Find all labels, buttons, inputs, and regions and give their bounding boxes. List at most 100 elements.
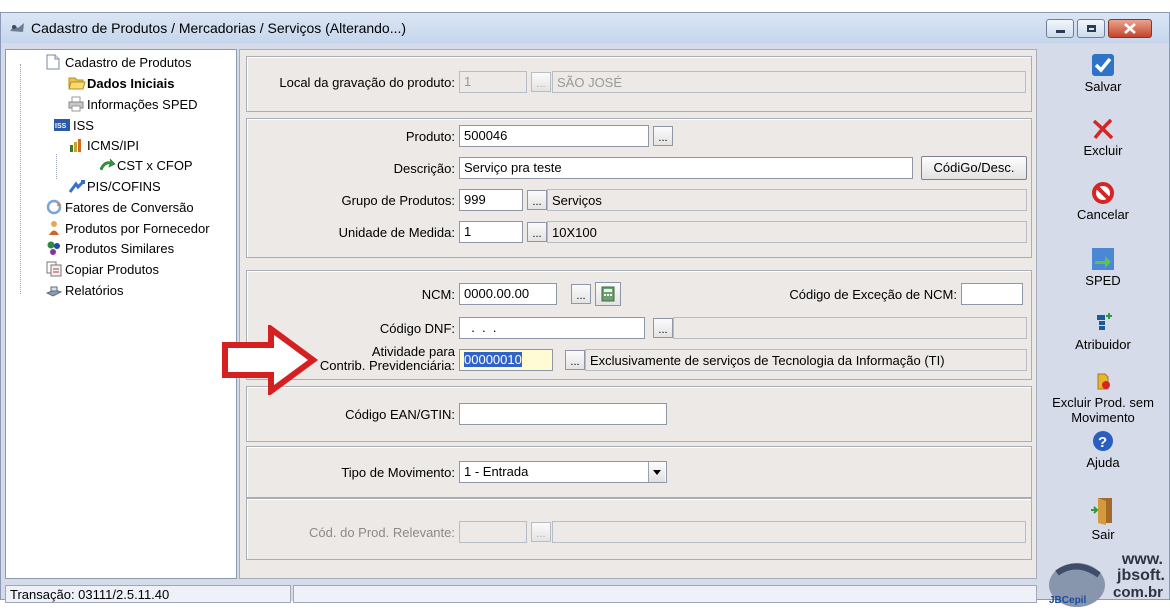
unidade-description: 10X100 bbox=[547, 221, 1027, 243]
grupo-lookup-button[interactable]: ... bbox=[527, 190, 547, 210]
maximize-icon bbox=[1086, 25, 1096, 32]
tree-item-iss[interactable]: ISS ISS bbox=[54, 116, 94, 134]
codigo-desc-button[interactable]: CódiGo/Desc. bbox=[921, 156, 1027, 180]
pis-icon bbox=[68, 178, 86, 194]
atividade-input[interactable]: 00000010 bbox=[459, 349, 553, 371]
tree-item-label: Relatórios bbox=[65, 282, 124, 298]
maximize-button[interactable] bbox=[1077, 19, 1105, 38]
produto-label: Produto: bbox=[405, 129, 455, 144]
tree-item-relatorios[interactable]: Relatórios bbox=[45, 281, 124, 299]
transaction-status: Transação: 03111/2.5.11.40 bbox=[5, 585, 291, 603]
logo-line3: com.br bbox=[1112, 584, 1163, 601]
unidade-label: Unidade de Medida: bbox=[338, 225, 455, 240]
icms-icon bbox=[68, 137, 84, 153]
descricao-input[interactable]: Serviço pra teste bbox=[459, 157, 913, 179]
grupo-input[interactable]: 999 bbox=[459, 189, 523, 211]
atividade-lookup-button[interactable]: ... bbox=[565, 350, 585, 370]
red-x-icon bbox=[1091, 117, 1115, 141]
ncm-calculator-button[interactable] bbox=[595, 282, 621, 306]
sped-button[interactable]: SPED bbox=[1041, 247, 1165, 288]
checkmark-icon bbox=[1091, 53, 1115, 77]
atividade-selected-value: 00000010 bbox=[464, 352, 522, 367]
local-label: Local da gravação do produto: bbox=[279, 75, 455, 90]
local-lookup-button[interactable]: ... bbox=[531, 72, 551, 92]
excecao-ncm-input[interactable] bbox=[961, 283, 1023, 305]
logo-brand: JBCepil bbox=[1049, 595, 1087, 606]
supplier-icon bbox=[46, 220, 62, 236]
unidade-input[interactable]: 1 bbox=[459, 221, 523, 243]
cst-arrow-icon bbox=[98, 157, 116, 173]
cancel-icon bbox=[1091, 181, 1115, 205]
tree-item-label: Cadastro de Produtos bbox=[65, 54, 192, 70]
copy-icon bbox=[46, 261, 62, 277]
ncm-label: NCM: bbox=[421, 287, 455, 302]
tree-item-cst-cfop[interactable]: CST x CFOP bbox=[98, 156, 193, 174]
atividade-description: Exclusivamente de serviços de Tecnologia… bbox=[585, 349, 1027, 371]
tree-line bbox=[56, 154, 57, 179]
tree-item-fatores-conversao[interactable]: Fatores de Conversão bbox=[46, 198, 194, 216]
grupo-label: Grupo de Produtos: bbox=[341, 193, 455, 208]
sped-icon bbox=[1091, 247, 1115, 271]
relevante-input[interactable] bbox=[459, 521, 527, 543]
tree-item-label: Dados Iniciais bbox=[87, 75, 175, 91]
atribuidor-button[interactable]: Atribuidor bbox=[1041, 311, 1165, 352]
tree-item-icms-ipi[interactable]: ICMS/IPI bbox=[68, 136, 139, 154]
produto-lookup-button[interactable]: ... bbox=[653, 126, 673, 146]
chevron-down-icon[interactable] bbox=[648, 462, 665, 482]
tree-item-label: ISS bbox=[73, 117, 94, 133]
window-title: Cadastro de Produtos / Mercadorias / Ser… bbox=[31, 20, 407, 36]
printer-icon bbox=[68, 96, 84, 112]
tree-item-label: CST x CFOP bbox=[117, 157, 193, 173]
navigation-tree: Cadastro de Produtos Dados Iniciais Info… bbox=[5, 49, 237, 579]
atribuidor-icon bbox=[1091, 311, 1115, 335]
document-icon bbox=[46, 54, 62, 70]
reports-icon bbox=[45, 282, 63, 298]
sair-button[interactable]: Sair bbox=[1041, 495, 1165, 542]
unidade-lookup-button[interactable]: ... bbox=[527, 222, 547, 242]
salvar-label: Salvar bbox=[1084, 79, 1122, 94]
dnf-lookup-button[interactable]: ... bbox=[653, 318, 673, 338]
excluir-sem-movimento-button[interactable]: Excluir Prod. sem Movimento bbox=[1041, 369, 1165, 425]
tree-line bbox=[20, 64, 21, 294]
jbsoft-logo: www. jbsoft. com.br JBCepil bbox=[1047, 551, 1167, 611]
tree-item-produtos-fornecedor[interactable]: Produtos por Fornecedor bbox=[46, 219, 210, 237]
similar-icon bbox=[46, 240, 62, 256]
help-icon: ? bbox=[1091, 429, 1115, 453]
dnf-description bbox=[673, 317, 1027, 339]
tree-item-pis-cofins[interactable]: PIS/COFINS bbox=[68, 177, 161, 195]
tree-item-label: PIS/COFINS bbox=[87, 178, 161, 194]
relevante-group: Cód. do Prod. Relevante: ... bbox=[246, 498, 1032, 560]
dnf-input[interactable]: . . . bbox=[459, 317, 645, 339]
ean-input[interactable] bbox=[459, 403, 667, 425]
tree-item-cadastro[interactable]: Cadastro de Produtos bbox=[46, 53, 191, 71]
excluir-button[interactable]: Excluir bbox=[1041, 117, 1165, 158]
ncm-lookup-button[interactable]: ... bbox=[571, 284, 591, 304]
produto-input[interactable]: 500046 bbox=[459, 125, 649, 147]
tree-item-label: Informações SPED bbox=[87, 96, 198, 112]
sair-label: Sair bbox=[1091, 527, 1115, 542]
tree-item-informacoes-sped[interactable]: Informações SPED bbox=[68, 95, 198, 113]
relevante-lookup-button[interactable]: ... bbox=[531, 522, 551, 542]
minimize-button[interactable] bbox=[1046, 19, 1074, 38]
svg-text:?: ? bbox=[1098, 434, 1107, 451]
local-group: Local da gravação do produto: 1 ... SÃO … bbox=[246, 56, 1032, 112]
ncm-input[interactable]: 0000.00.00 bbox=[459, 283, 557, 305]
atribuidor-label: Atribuidor bbox=[1075, 337, 1131, 352]
tree-item-produtos-similares[interactable]: Produtos Similares bbox=[46, 239, 174, 257]
ajuda-button[interactable]: ? Ajuda bbox=[1041, 429, 1165, 470]
cancelar-button[interactable]: Cancelar bbox=[1041, 181, 1165, 222]
ajuda-label: Ajuda bbox=[1086, 455, 1120, 470]
cancelar-label: Cancelar bbox=[1076, 207, 1130, 222]
sped-label: SPED bbox=[1085, 273, 1121, 288]
salvar-button[interactable]: Salvar bbox=[1041, 53, 1165, 94]
close-button[interactable] bbox=[1108, 19, 1152, 38]
local-input[interactable]: 1 bbox=[459, 71, 527, 93]
tree-item-copiar-produtos[interactable]: Copiar Produtos bbox=[46, 260, 159, 278]
calculator-icon bbox=[601, 286, 615, 302]
fiscal-group: NCM: 0000.00.00 ... Código de Exceção de… bbox=[246, 270, 1032, 380]
tree-item-dados-iniciais[interactable]: Dados Iniciais bbox=[68, 74, 174, 92]
folder-open-icon bbox=[68, 75, 86, 91]
movimento-select[interactable]: 1 - Entrada bbox=[459, 461, 667, 483]
excluir-label: Excluir bbox=[1083, 143, 1123, 158]
movimento-label: Tipo de Movimento: bbox=[341, 465, 455, 480]
